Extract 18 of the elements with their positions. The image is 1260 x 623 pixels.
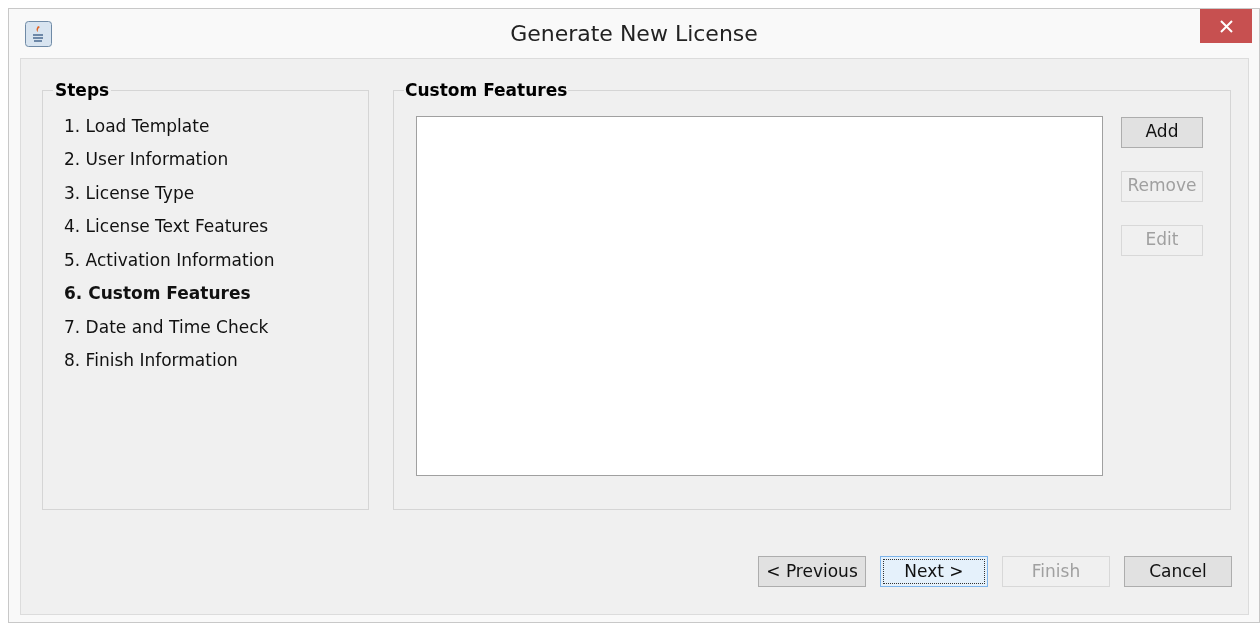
java-cup-icon [25, 21, 52, 47]
step-item: 3. License Type [64, 181, 196, 205]
close-icon [1219, 19, 1233, 33]
step-item: 4. License Text Features [64, 215, 269, 238]
dialog-button[interactable]: Add [1121, 116, 1203, 148]
step-item: 6. Custom Features [64, 282, 252, 305]
window-title: Generate New License [510, 20, 758, 48]
dialog-button[interactable]: Next > [880, 556, 988, 587]
close-button[interactable] [1200, 9, 1252, 43]
step-item: 1. Load Template [64, 114, 211, 138]
dialog-button[interactable]: Cancel [1124, 556, 1232, 587]
step-item: 5. Activation Information [64, 248, 276, 272]
dialog-button[interactable]: < Previous [758, 556, 866, 587]
step-item: 8. Finish Information [64, 349, 239, 372]
group-title: Steps [54, 79, 111, 102]
step-item: 2. User Information [64, 148, 230, 171]
group-title: Custom Features [404, 79, 569, 102]
step-item: 7. Date and Time Check [64, 315, 270, 339]
